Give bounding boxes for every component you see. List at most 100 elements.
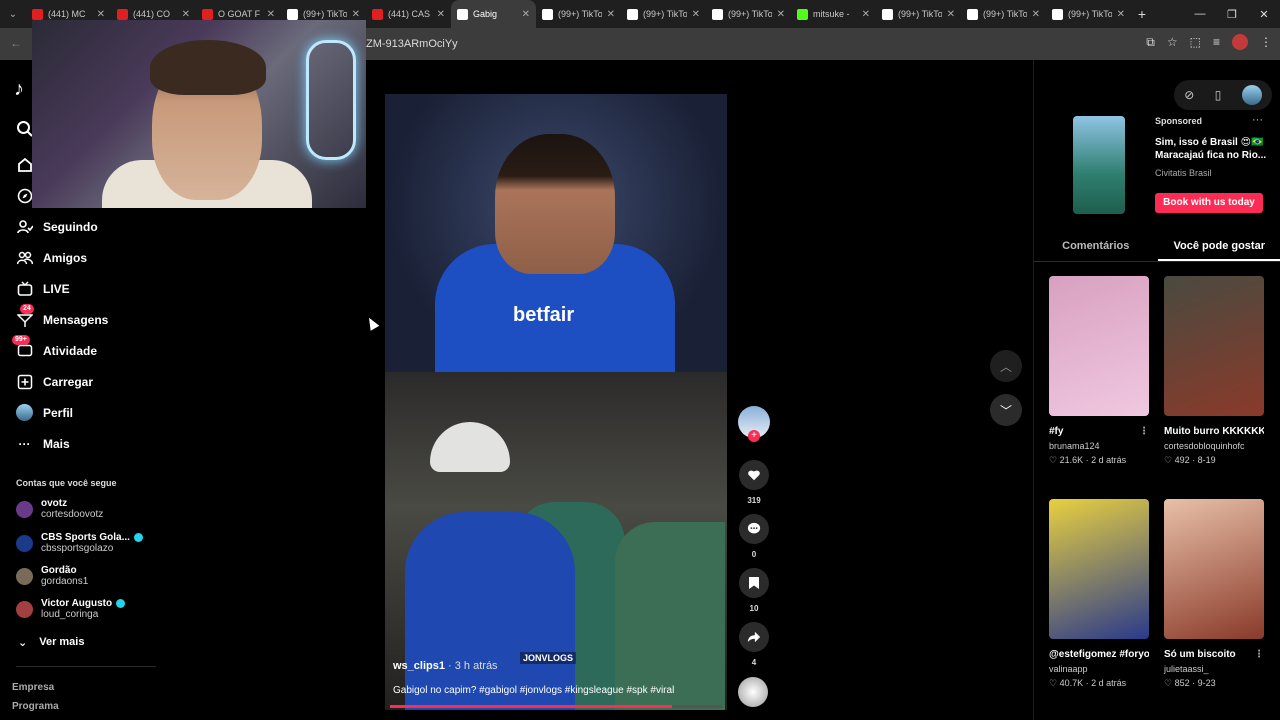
video-title[interactable]: Muito burro KKKKKK #fortnit... [1164,424,1264,439]
following-account[interactable]: ovotz cortesdoovotz [16,498,103,520]
creator-avatar[interactable]: + [738,406,770,442]
ad-title[interactable]: Sim, isso é Brasil 😍🇧🇷 Maracajaú fica no… [1155,136,1269,162]
music-disc-icon[interactable] [738,677,768,707]
recommended-video[interactable]: Muito burro KKKKKK #fortnit...⋮cortesdob… [1164,276,1264,466]
new-tab-button[interactable]: + [1131,6,1153,22]
video-player[interactable]: betfair JONVLOGS ws_clips1 · 3 h atrás G… [385,94,727,710]
nav-item-seguindo[interactable]: Seguindo [16,218,98,235]
tab-close-icon[interactable]: ✕ [267,9,275,20]
recommended-video[interactable]: Só um biscoito ⋮ julietaassi_ ♡ 852 · 9-23 [1164,499,1264,689]
tiktok-logo-icon[interactable]: ♪ [14,78,24,101]
video-title[interactable]: Só um biscoito [1164,647,1236,662]
browser-profile-avatar[interactable] [1232,34,1248,50]
profile-avatar-button[interactable] [1241,85,1262,105]
video-description[interactable]: Gabigol no capim? #gabigol #jonvlogs #ki… [393,685,674,696]
footer-link-programa[interactable]: Programa [12,701,59,712]
video-title[interactable]: #fy [1049,424,1063,439]
tab-favicon-icon [967,8,978,20]
more-options-icon[interactable]: ⋮ [1139,424,1149,439]
share-button[interactable]: 4 [738,622,770,667]
video-author[interactable]: ws_clips1 · 3 h atrás [393,660,498,672]
footer-link-empresa[interactable]: Empresa [12,682,54,693]
close-window-icon[interactable]: ✕ [1248,8,1280,21]
browser-tab[interactable]: (99+) TikTo ✕ [536,0,621,28]
recommended-video[interactable]: @estefigomez #foryoupage⋮valinaapp♡ 40.7… [1049,499,1149,689]
compass-icon[interactable]: ⊘ [1184,88,1194,102]
back-icon[interactable]: ← [10,36,22,50]
nav-item-carregar[interactable]: Carregar [16,373,93,390]
extensions-icon[interactable]: ⬚ [1190,35,1201,49]
comment-button[interactable]: 0 [738,514,770,559]
nav-item-atividade[interactable]: 99+ Atividade [12,335,97,359]
nav-item-mensagens[interactable]: 24 Mensagens [16,304,108,328]
nav-item-mais[interactable]: ··· Mais [16,435,70,452]
video-author[interactable]: cortesdobloquinhofc [1164,439,1264,454]
tab-favicon-icon [287,8,298,20]
video-title[interactable]: @estefigomez #foryoupage [1049,647,1149,662]
browser-tab[interactable]: (99+) TikTo ✕ [621,0,706,28]
bookmark-star-icon[interactable]: ☆ [1167,35,1178,49]
nav-item-perfil[interactable]: Perfil [16,404,73,421]
tab-search-dropdown-icon[interactable]: ⌄ [0,9,26,20]
browser-tab[interactable]: (99+) TikTo ✕ [706,0,791,28]
video-author-name[interactable]: ws_clips1 [393,660,445,672]
tab-close-icon[interactable]: ✕ [607,9,615,20]
like-button[interactable]: 319 [738,460,770,505]
tab-close-icon[interactable]: ✕ [97,9,105,20]
phone-icon[interactable]: ▯ [1215,88,1222,102]
restore-icon[interactable]: ❐ [1216,8,1248,21]
video-thumbnail[interactable] [1049,499,1149,639]
browser-menu-icon[interactable]: ⋮ [1260,35,1272,49]
tab-close-icon[interactable]: ✕ [777,9,785,20]
tab-close-icon[interactable]: ✕ [1032,9,1040,20]
tab-close-icon[interactable]: ✕ [692,9,700,20]
follow-plus-icon[interactable]: + [748,430,760,442]
tab-close-icon[interactable]: ✕ [182,9,190,20]
browser-tab[interactable]: (99+) TikTo ✕ [961,0,1046,28]
nav-explore-icon[interactable] [16,187,33,204]
video-author[interactable]: julietaassi_ [1164,662,1264,677]
media-control-icon[interactable]: ≡ [1213,35,1220,49]
tab-close-icon[interactable]: ✕ [352,9,360,20]
video-author[interactable]: brunama124 [1049,439,1149,454]
next-video-button[interactable]: ﹀ [990,394,1022,426]
video-thumbnail[interactable] [1164,499,1264,639]
tab-label: mitsuke - [813,9,850,19]
more-options-icon[interactable]: ⋮ [1254,647,1264,662]
browser-tab[interactable]: Gabig ✕ [451,0,536,28]
following-account[interactable]: CBS Sports Gola... cbssportsgolazo [16,532,143,554]
ad-thumbnail[interactable] [1073,116,1125,214]
tab-close-icon[interactable]: ✕ [862,9,870,20]
video-author[interactable]: valinaapp [1049,662,1149,677]
nav-home-icon[interactable] [16,156,33,173]
tab-close-icon[interactable]: ✕ [437,9,445,20]
video-thumbnail[interactable] [1164,276,1264,416]
browser-tab[interactable]: (441) CAS ✕ [366,0,451,28]
save-button[interactable]: 10 [738,568,770,613]
url-text[interactable]: ZM-913ARmOciYy [366,38,458,50]
tab-close-icon[interactable]: ✕ [522,9,530,20]
recommended-video[interactable]: #fy ⋮ brunama124 ♡ 21.6K · 2 d atrás [1049,276,1149,466]
following-account[interactable]: Victor Augusto loud_coringa [16,598,126,620]
nav-item-amigos[interactable]: Amigos [16,249,87,266]
nav-item-live[interactable]: LIVE [16,280,70,297]
browser-tab[interactable]: (99+) TikTo ✕ [1046,0,1131,28]
ad-cta-button[interactable]: Book with us today [1155,193,1263,213]
browser-tab[interactable]: mitsuke - ✕ [791,0,876,28]
previous-video-button[interactable]: ︿ [990,350,1022,382]
ad-more-icon[interactable]: ··· [1252,114,1263,126]
tab-voce-pode-gostar[interactable]: Você pode gostar [1157,232,1280,261]
account-name: ovotz [41,498,68,509]
minimize-icon[interactable]: — [1184,8,1216,20]
ver-mais-button[interactable]: ⌄ Ver mais [18,636,84,649]
following-account[interactable]: Gordão gordaons1 [16,565,88,587]
tab-close-icon[interactable]: ✕ [1117,9,1125,20]
browser-tab[interactable]: (99+) TikTo ✕ [876,0,961,28]
video-nav-arrows: ︿ ﹀ [990,350,1022,438]
video-progress-fill [390,705,673,708]
video-progress-bar[interactable] [390,705,722,708]
tab-comentarios[interactable]: Comentários [1034,232,1158,261]
install-app-icon[interactable]: ⧉ [1146,35,1155,50]
tab-close-icon[interactable]: ✕ [947,9,955,20]
video-thumbnail[interactable] [1049,276,1149,416]
